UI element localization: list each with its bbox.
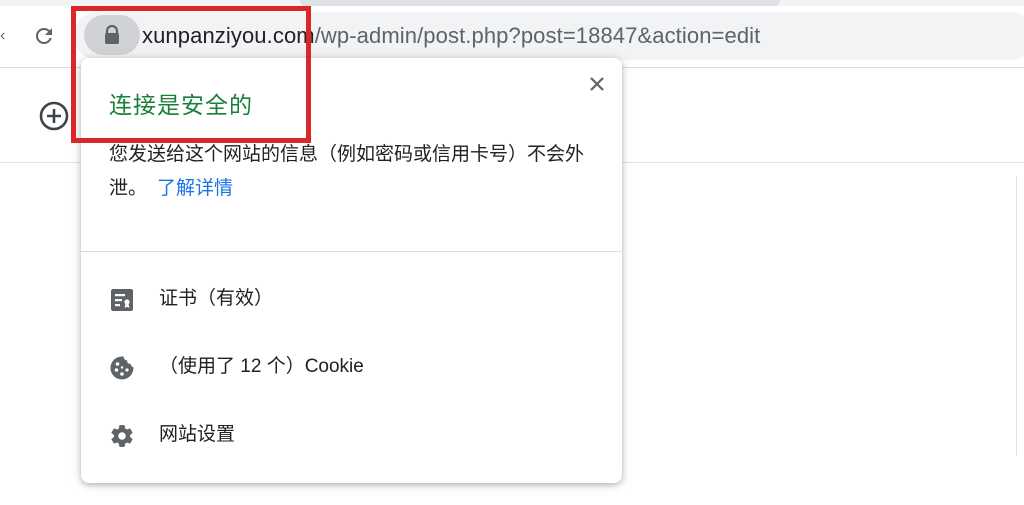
connection-description: 您发送给这个网站的信息（例如密码或信用卡号）不会外泄。 了解详情 [109,138,604,206]
site-settings-label: 网站设置 [159,424,236,445]
close-icon [590,77,604,91]
reload-button[interactable] [30,22,58,50]
cookie-label: （使用了 12 个）Cookie [159,356,364,377]
reload-icon [35,27,52,44]
site-settings-item[interactable]: 网站设置 [81,409,622,461]
active-tab-edge [300,0,780,6]
add-button[interactable] [38,100,70,132]
divider [81,251,622,252]
certificate-icon [108,286,136,314]
right-panel-edge [1016,176,1024,456]
add-circle-icon [39,101,69,131]
close-button[interactable] [585,72,609,96]
chevron-left-icon[interactable]: ‹ [0,26,10,46]
annotation-highlight-box [71,6,311,143]
cookie-icon [108,354,136,382]
certificate-item[interactable]: 证书（有效） [81,273,622,325]
learn-more-link[interactable]: 了解详情 [157,178,233,199]
gear-icon [108,422,136,450]
url-path: /wp-admin/post.php?post=18847&action=edi… [314,23,761,48]
cookie-item[interactable]: （使用了 12 个）Cookie [81,341,622,393]
certificate-label: 证书（有效） [159,288,274,309]
